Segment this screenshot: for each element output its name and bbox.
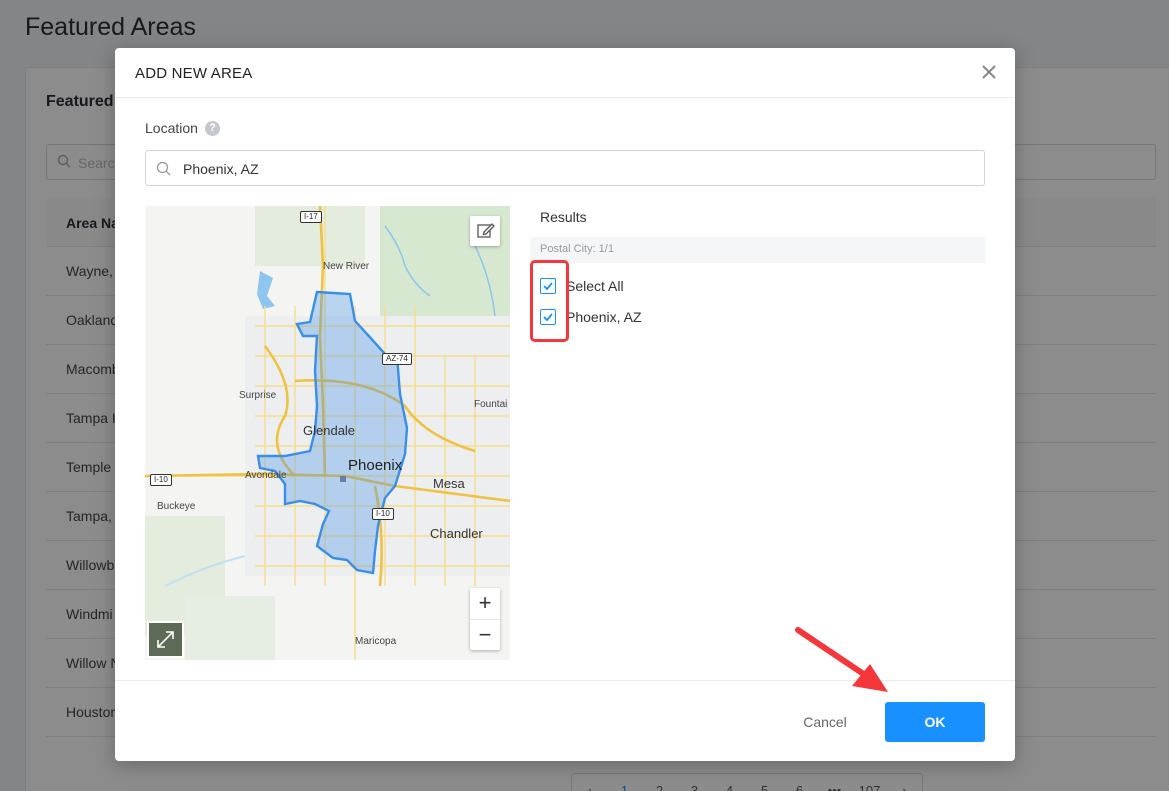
map-label-maricopa: Maricopa xyxy=(355,636,397,647)
road-shield-i10-south: I-10 xyxy=(372,508,394,520)
location-value: Phoenix, AZ xyxy=(183,161,259,177)
results-title: Results xyxy=(540,209,587,225)
modal-header: ADD NEW AREA xyxy=(115,48,1015,98)
map-label-new-river: New River xyxy=(323,261,370,272)
edit-icon xyxy=(477,223,495,238)
road-shield-az74: AZ-74 xyxy=(382,353,412,365)
map-label-buckeye: Buckeye xyxy=(157,501,196,512)
map-label-phoenix: Phoenix xyxy=(348,457,403,474)
location-search-input[interactable]: Phoenix, AZ xyxy=(145,150,985,186)
phoenix-label: Phoenix, AZ xyxy=(566,309,642,325)
modal-title: ADD NEW AREA xyxy=(135,65,253,82)
zoom-in-button[interactable]: + xyxy=(470,588,500,619)
select-all-label: Select All xyxy=(566,278,624,294)
road-shield-i10-west: I-10 xyxy=(150,474,172,486)
zoom-out-button[interactable]: − xyxy=(470,619,500,650)
satellite-toggle-button[interactable] xyxy=(147,621,184,658)
ok-button[interactable]: OK xyxy=(885,702,985,742)
map-zoom-control: + − xyxy=(470,588,500,650)
expand-icon xyxy=(157,631,174,648)
cancel-button[interactable]: Cancel xyxy=(775,702,875,742)
road-shield-i17: I-17 xyxy=(300,211,322,223)
map-view[interactable]: I-17 AZ-74 I-10 I-10 New River Surprise … xyxy=(145,206,510,660)
search-icon xyxy=(156,161,171,176)
results-group-header: Postal City: 1/1 xyxy=(530,237,985,263)
map-draw-button[interactable] xyxy=(470,216,500,246)
map-label-surprise: Surprise xyxy=(239,390,277,401)
annotation-arrow-icon xyxy=(795,627,888,692)
map-label-glendale: Glendale xyxy=(303,423,356,438)
map-label-avondale: Avondale xyxy=(245,470,287,481)
map-label-mesa: Mesa xyxy=(433,476,465,491)
close-icon[interactable] xyxy=(979,62,999,82)
map-label-chandler: Chandler xyxy=(430,526,483,541)
annotation-highlight-box xyxy=(530,260,569,342)
location-label: Location xyxy=(145,120,198,136)
map-label-fountain: Fountai xyxy=(474,399,508,410)
help-icon[interactable]: ? xyxy=(205,121,220,136)
